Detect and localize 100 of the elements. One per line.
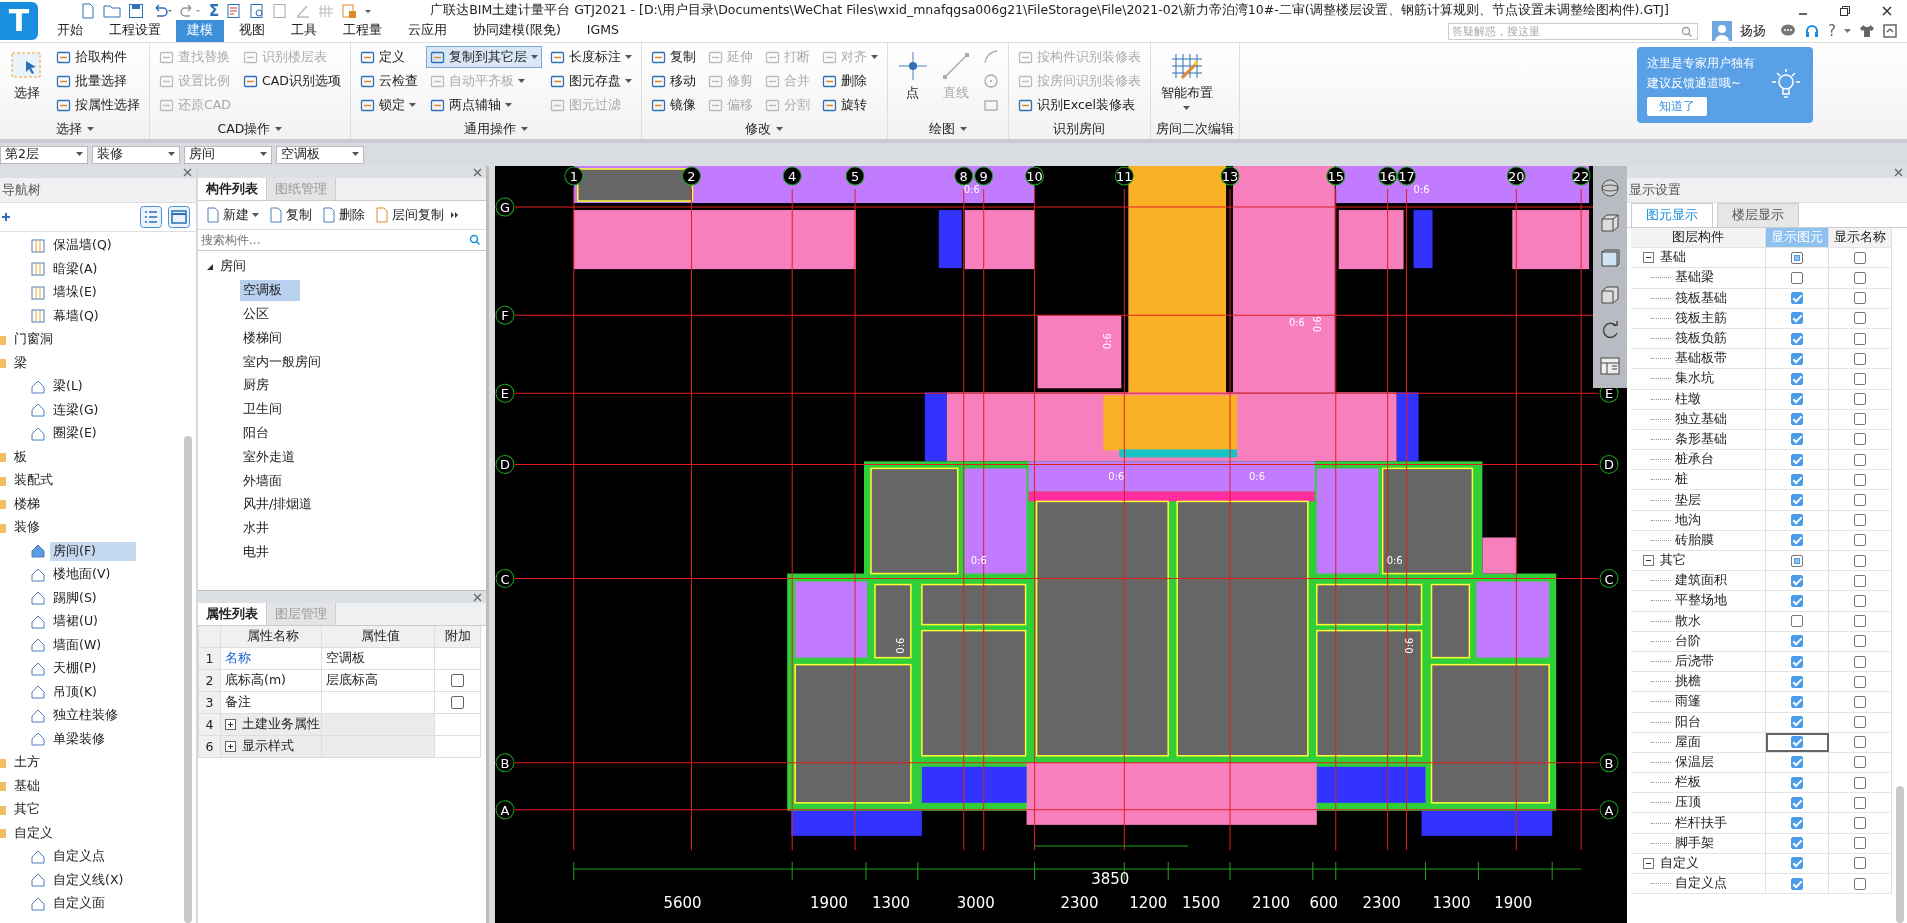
toolbar-button[interactable]: 复制 bbox=[265, 206, 316, 224]
checkbox[interactable] bbox=[1854, 796, 1866, 809]
tree-item[interactable]: 梁(L) bbox=[50, 377, 86, 397]
checkbox[interactable] bbox=[1791, 494, 1803, 507]
checkbox[interactable] bbox=[1791, 776, 1803, 789]
redo-icon[interactable] bbox=[180, 2, 202, 19]
checkbox[interactable] bbox=[1854, 453, 1866, 466]
checkbox[interactable] bbox=[1791, 594, 1803, 607]
checkbox[interactable] bbox=[1854, 736, 1866, 749]
tree-item[interactable]: 楼地面(V) bbox=[50, 565, 114, 585]
checkbox[interactable] bbox=[1791, 251, 1803, 264]
checkbox[interactable] bbox=[1854, 594, 1866, 607]
collapse-box-icon[interactable] bbox=[1643, 252, 1654, 264]
checkbox[interactable] bbox=[1854, 251, 1866, 264]
caret-icon[interactable] bbox=[776, 126, 784, 132]
menu-tab[interactable]: 协同建模(限免) bbox=[462, 20, 572, 42]
tree-folder[interactable]: 自定义 bbox=[11, 823, 56, 843]
tree-item[interactable]: 外墙面 bbox=[240, 470, 285, 492]
checkbox[interactable] bbox=[1791, 352, 1803, 365]
checkbox[interactable] bbox=[451, 674, 464, 687]
scrollbar[interactable] bbox=[184, 436, 192, 923]
tree-folder[interactable]: 房间 bbox=[220, 258, 246, 276]
checkbox[interactable] bbox=[1854, 494, 1866, 507]
collapse-box-icon[interactable] bbox=[1643, 857, 1654, 869]
expand-box-icon[interactable] bbox=[225, 741, 236, 752]
checkbox[interactable] bbox=[1791, 615, 1803, 628]
shirt-icon[interactable] bbox=[1859, 23, 1875, 39]
checkbox[interactable] bbox=[1791, 554, 1803, 567]
tree-item[interactable]: 自定义点 bbox=[50, 847, 108, 867]
checkbox[interactable] bbox=[1854, 393, 1866, 406]
tree-folder[interactable]: 装修 bbox=[11, 518, 43, 538]
tree-folder[interactable]: 板 bbox=[11, 447, 30, 467]
checkbox[interactable] bbox=[1791, 796, 1803, 809]
layout-icon[interactable] bbox=[1599, 355, 1621, 378]
tree-item[interactable]: 水井 bbox=[240, 518, 272, 540]
tree-item[interactable]: 电井 bbox=[240, 541, 272, 563]
checkbox[interactable] bbox=[1854, 776, 1866, 789]
checkbox[interactable] bbox=[1854, 534, 1866, 547]
tree-item[interactable]: 阳台 bbox=[240, 422, 272, 444]
ribbon-button[interactable]: CAD识别选项 bbox=[238, 70, 345, 92]
search-icon[interactable] bbox=[1681, 25, 1694, 38]
dropdown-field[interactable]: 空调板 bbox=[276, 145, 364, 164]
caret-icon[interactable] bbox=[275, 126, 283, 132]
toolbar-button[interactable]: 删除 bbox=[318, 206, 369, 224]
scrollbar[interactable] bbox=[1896, 786, 1904, 923]
checkbox[interactable] bbox=[1854, 857, 1866, 870]
tree-item[interactable]: 室外走道 bbox=[240, 446, 298, 468]
menu-tab[interactable]: 视图 bbox=[228, 20, 276, 42]
checkbox[interactable] bbox=[1791, 756, 1803, 769]
checkbox[interactable] bbox=[1791, 877, 1803, 890]
tree-folder[interactable]: 基础 bbox=[11, 776, 43, 796]
help-button[interactable]: ? bbox=[1828, 22, 1836, 40]
checkbox[interactable] bbox=[1791, 453, 1803, 466]
ribbon-button[interactable]: 锁定 bbox=[355, 94, 422, 116]
menu-tab[interactable]: 工程量 bbox=[332, 20, 393, 42]
ribbon-button[interactable]: 两点辅轴 bbox=[425, 94, 542, 116]
tree-item[interactable]: 暗梁(A) bbox=[50, 259, 101, 279]
checkbox[interactable] bbox=[1791, 736, 1803, 749]
toolbar-button[interactable]: 新建 bbox=[202, 206, 263, 224]
checkbox[interactable] bbox=[1791, 635, 1803, 648]
sum-button[interactable]: Σ bbox=[209, 1, 220, 20]
checkbox[interactable] bbox=[1854, 635, 1866, 648]
tree-item[interactable]: 天棚(P) bbox=[50, 659, 100, 679]
user-name[interactable]: 扬扬 bbox=[1740, 22, 1767, 40]
checkbox[interactable] bbox=[1854, 514, 1866, 527]
document-icon[interactable] bbox=[80, 2, 96, 19]
checkbox[interactable] bbox=[1791, 716, 1803, 729]
ribbon-button[interactable]: 选择 bbox=[5, 46, 49, 119]
checkbox[interactable] bbox=[1791, 655, 1803, 668]
expand-box-icon[interactable] bbox=[225, 719, 236, 730]
expand-triangle-icon[interactable] bbox=[206, 262, 214, 271]
panel-tab[interactable]: 图元显示 bbox=[1631, 203, 1713, 227]
ribbon-button[interactable]: 按属性选择 bbox=[52, 94, 144, 116]
checkbox[interactable] bbox=[1854, 271, 1866, 284]
got-it-button[interactable]: 知道了 bbox=[1647, 96, 1707, 116]
export-icon[interactable] bbox=[341, 2, 358, 19]
save-icon[interactable] bbox=[128, 2, 144, 19]
caret-icon[interactable] bbox=[86, 126, 94, 132]
tree-item[interactable]: 墙裙(U) bbox=[50, 612, 101, 632]
search-field[interactable]: 答疑解惑，搜这里 bbox=[1448, 22, 1699, 40]
checkbox[interactable] bbox=[1854, 675, 1866, 688]
checkbox[interactable] bbox=[1854, 473, 1866, 486]
report-icon[interactable] bbox=[226, 2, 243, 19]
checkbox[interactable] bbox=[1854, 413, 1866, 426]
dropdown-field[interactable]: 第2层 bbox=[0, 145, 88, 164]
caret-icon[interactable] bbox=[1844, 28, 1851, 34]
cube-icon[interactable] bbox=[1599, 283, 1621, 306]
tree-folder[interactable]: 楼梯 bbox=[11, 494, 43, 514]
checkbox[interactable] bbox=[1791, 372, 1803, 385]
tree-item[interactable]: 室内一般房间 bbox=[240, 351, 324, 373]
tree-item[interactable]: 独立柱装修 bbox=[50, 706, 121, 726]
menu-tab[interactable]: 开始 bbox=[46, 20, 94, 42]
checkbox[interactable] bbox=[1791, 514, 1803, 527]
tree-folder[interactable]: 土方 bbox=[11, 753, 43, 773]
ribbon-button[interactable]: 旋转 bbox=[817, 94, 882, 116]
checkbox[interactable] bbox=[1854, 716, 1866, 729]
tree-item[interactable]: 楼梯间 bbox=[240, 327, 285, 349]
tree-item[interactable]: 风井/排烟道 bbox=[240, 494, 316, 516]
restore-icon[interactable] bbox=[1839, 4, 1851, 17]
menu-tab[interactable]: 云应用 bbox=[397, 20, 458, 42]
